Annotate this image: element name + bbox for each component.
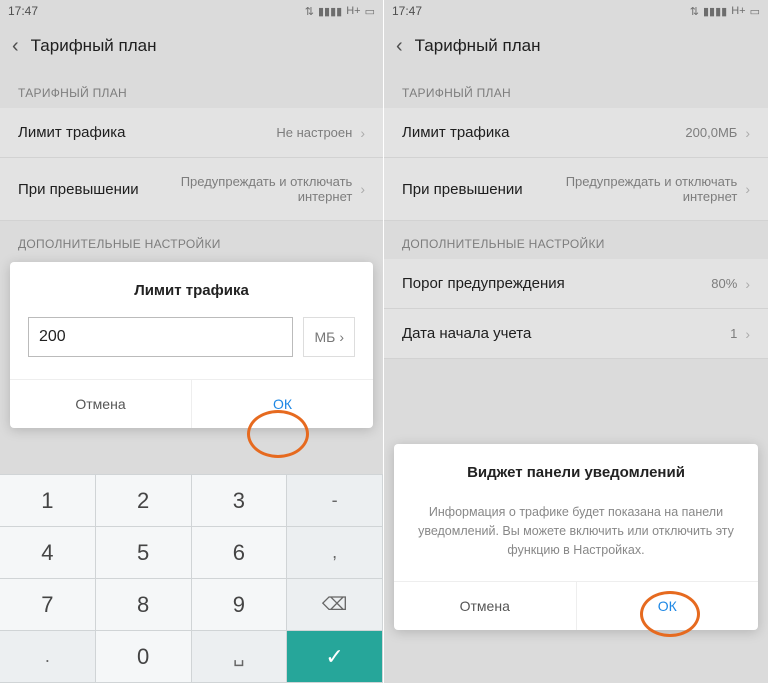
chevron-right-icon: › [339, 329, 344, 345]
key-0[interactable]: 0 [96, 631, 192, 683]
row-value: Предупреждать и отключать интернет [139, 174, 353, 204]
status-bar: 17:47 ⇅ ▮▮▮▮ H+ ▭ [384, 0, 768, 22]
key-backspace[interactable]: ⌫ [287, 579, 383, 631]
page-title: Тарифный план [31, 36, 157, 56]
dialog-title: Лимит трафика [10, 262, 373, 311]
row-value: Не настроен [125, 125, 352, 140]
row-traffic-limit[interactable]: Лимит трафика Не настроен › [0, 108, 383, 158]
key-4[interactable]: 4 [0, 527, 96, 579]
status-time: 17:47 [8, 4, 38, 18]
key-dot[interactable]: . [0, 631, 96, 683]
section-plan: ТАРИФНЫЙ ПЛАН [384, 70, 768, 108]
sync-icon: ⇅ [690, 5, 699, 18]
cancel-button[interactable]: Отмена [10, 380, 192, 428]
row-value: 80% [565, 276, 738, 291]
app-header: ‹ Тарифный план [0, 22, 383, 70]
status-bar: 17:47 ⇅ ▮▮▮▮ H+ ▭ [0, 0, 383, 22]
battery-icon: ▭ [750, 5, 760, 18]
row-label: Дата начала учета [402, 325, 531, 342]
section-plan: ТАРИФНЫЙ ПЛАН [0, 70, 383, 108]
row-start-date[interactable]: Дата начала учета 1 › [384, 309, 768, 359]
chevron-right-icon: › [360, 181, 365, 197]
key-submit[interactable]: ✓ [287, 631, 383, 683]
battery-icon: ▭ [365, 5, 375, 18]
network-type: H+ [346, 5, 360, 17]
dialog-title: Виджет панели уведомлений [394, 444, 758, 493]
numeric-keypad: 1 2 3 - 4 5 6 , 7 8 9 ⌫ . 0 ␣ ✓ [0, 474, 383, 683]
ok-button[interactable]: ОК [577, 582, 759, 630]
screen-left: 17:47 ⇅ ▮▮▮▮ H+ ▭ ‹ Тарифный план ТАРИФН… [0, 0, 384, 683]
signal-icon: ▮▮▮▮ [318, 5, 342, 18]
row-traffic-limit[interactable]: Лимит трафика 200,0МБ › [384, 108, 768, 158]
key-space[interactable]: ␣ [192, 631, 288, 683]
chevron-right-icon: › [745, 276, 750, 292]
back-icon[interactable]: ‹ [396, 35, 403, 58]
sync-icon: ⇅ [305, 5, 314, 18]
signal-icon: ▮▮▮▮ [703, 5, 727, 18]
key-3[interactable]: 3 [192, 475, 288, 527]
row-label: Лимит трафика [402, 124, 509, 141]
section-extra: ДОПОЛНИТЕЛЬНЫЕ НАСТРОЙКИ [0, 221, 383, 259]
key-5[interactable]: 5 [96, 527, 192, 579]
cancel-button[interactable]: Отмена [394, 582, 577, 630]
key-6[interactable]: 6 [192, 527, 288, 579]
key-8[interactable]: 8 [96, 579, 192, 631]
back-icon[interactable]: ‹ [12, 35, 19, 58]
check-icon: ✓ [319, 641, 351, 673]
key-dash[interactable]: - [287, 475, 383, 527]
key-2[interactable]: 2 [96, 475, 192, 527]
unit-label: МБ [314, 329, 335, 345]
row-on-exceed[interactable]: При превышении Предупреждать и отключать… [384, 158, 768, 221]
chevron-right-icon: › [360, 125, 365, 141]
row-label: Порог предупреждения [402, 275, 565, 292]
row-value: 1 [531, 326, 737, 341]
dialog-notification-widget: Виджет панели уведомлений Информация о т… [394, 444, 758, 630]
chevron-right-icon: › [745, 181, 750, 197]
unit-selector[interactable]: МБ › [303, 317, 355, 357]
row-label: При превышении [402, 181, 523, 198]
chevron-right-icon: › [745, 125, 750, 141]
row-label: Лимит трафика [18, 124, 125, 141]
key-9[interactable]: 9 [192, 579, 288, 631]
key-comma[interactable]: , [287, 527, 383, 579]
key-7[interactable]: 7 [0, 579, 96, 631]
row-label: При превышении [18, 181, 139, 198]
row-on-exceed[interactable]: При превышении Предупреждать и отключать… [0, 158, 383, 221]
limit-input[interactable] [28, 317, 293, 357]
app-header: ‹ Тарифный план [384, 22, 768, 70]
dialog-body: Информация о трафике будет показана на п… [394, 493, 758, 581]
dialog-traffic-limit: Лимит трафика МБ › Отмена ОК [10, 262, 373, 428]
row-value: Предупреждать и отключать интернет [523, 174, 738, 204]
section-extra: ДОПОЛНИТЕЛЬНЫЕ НАСТРОЙКИ [384, 221, 768, 259]
ok-button[interactable]: ОК [192, 380, 373, 428]
screen-right: 17:47 ⇅ ▮▮▮▮ H+ ▭ ‹ Тарифный план ТАРИФН… [384, 0, 768, 683]
page-title: Тарифный план [415, 36, 541, 56]
key-1[interactable]: 1 [0, 475, 96, 527]
status-time: 17:47 [392, 4, 422, 18]
network-type: H+ [731, 5, 745, 17]
row-warning-threshold[interactable]: Порог предупреждения 80% › [384, 259, 768, 309]
row-value: 200,0МБ [509, 125, 737, 140]
chevron-right-icon: › [745, 326, 750, 342]
